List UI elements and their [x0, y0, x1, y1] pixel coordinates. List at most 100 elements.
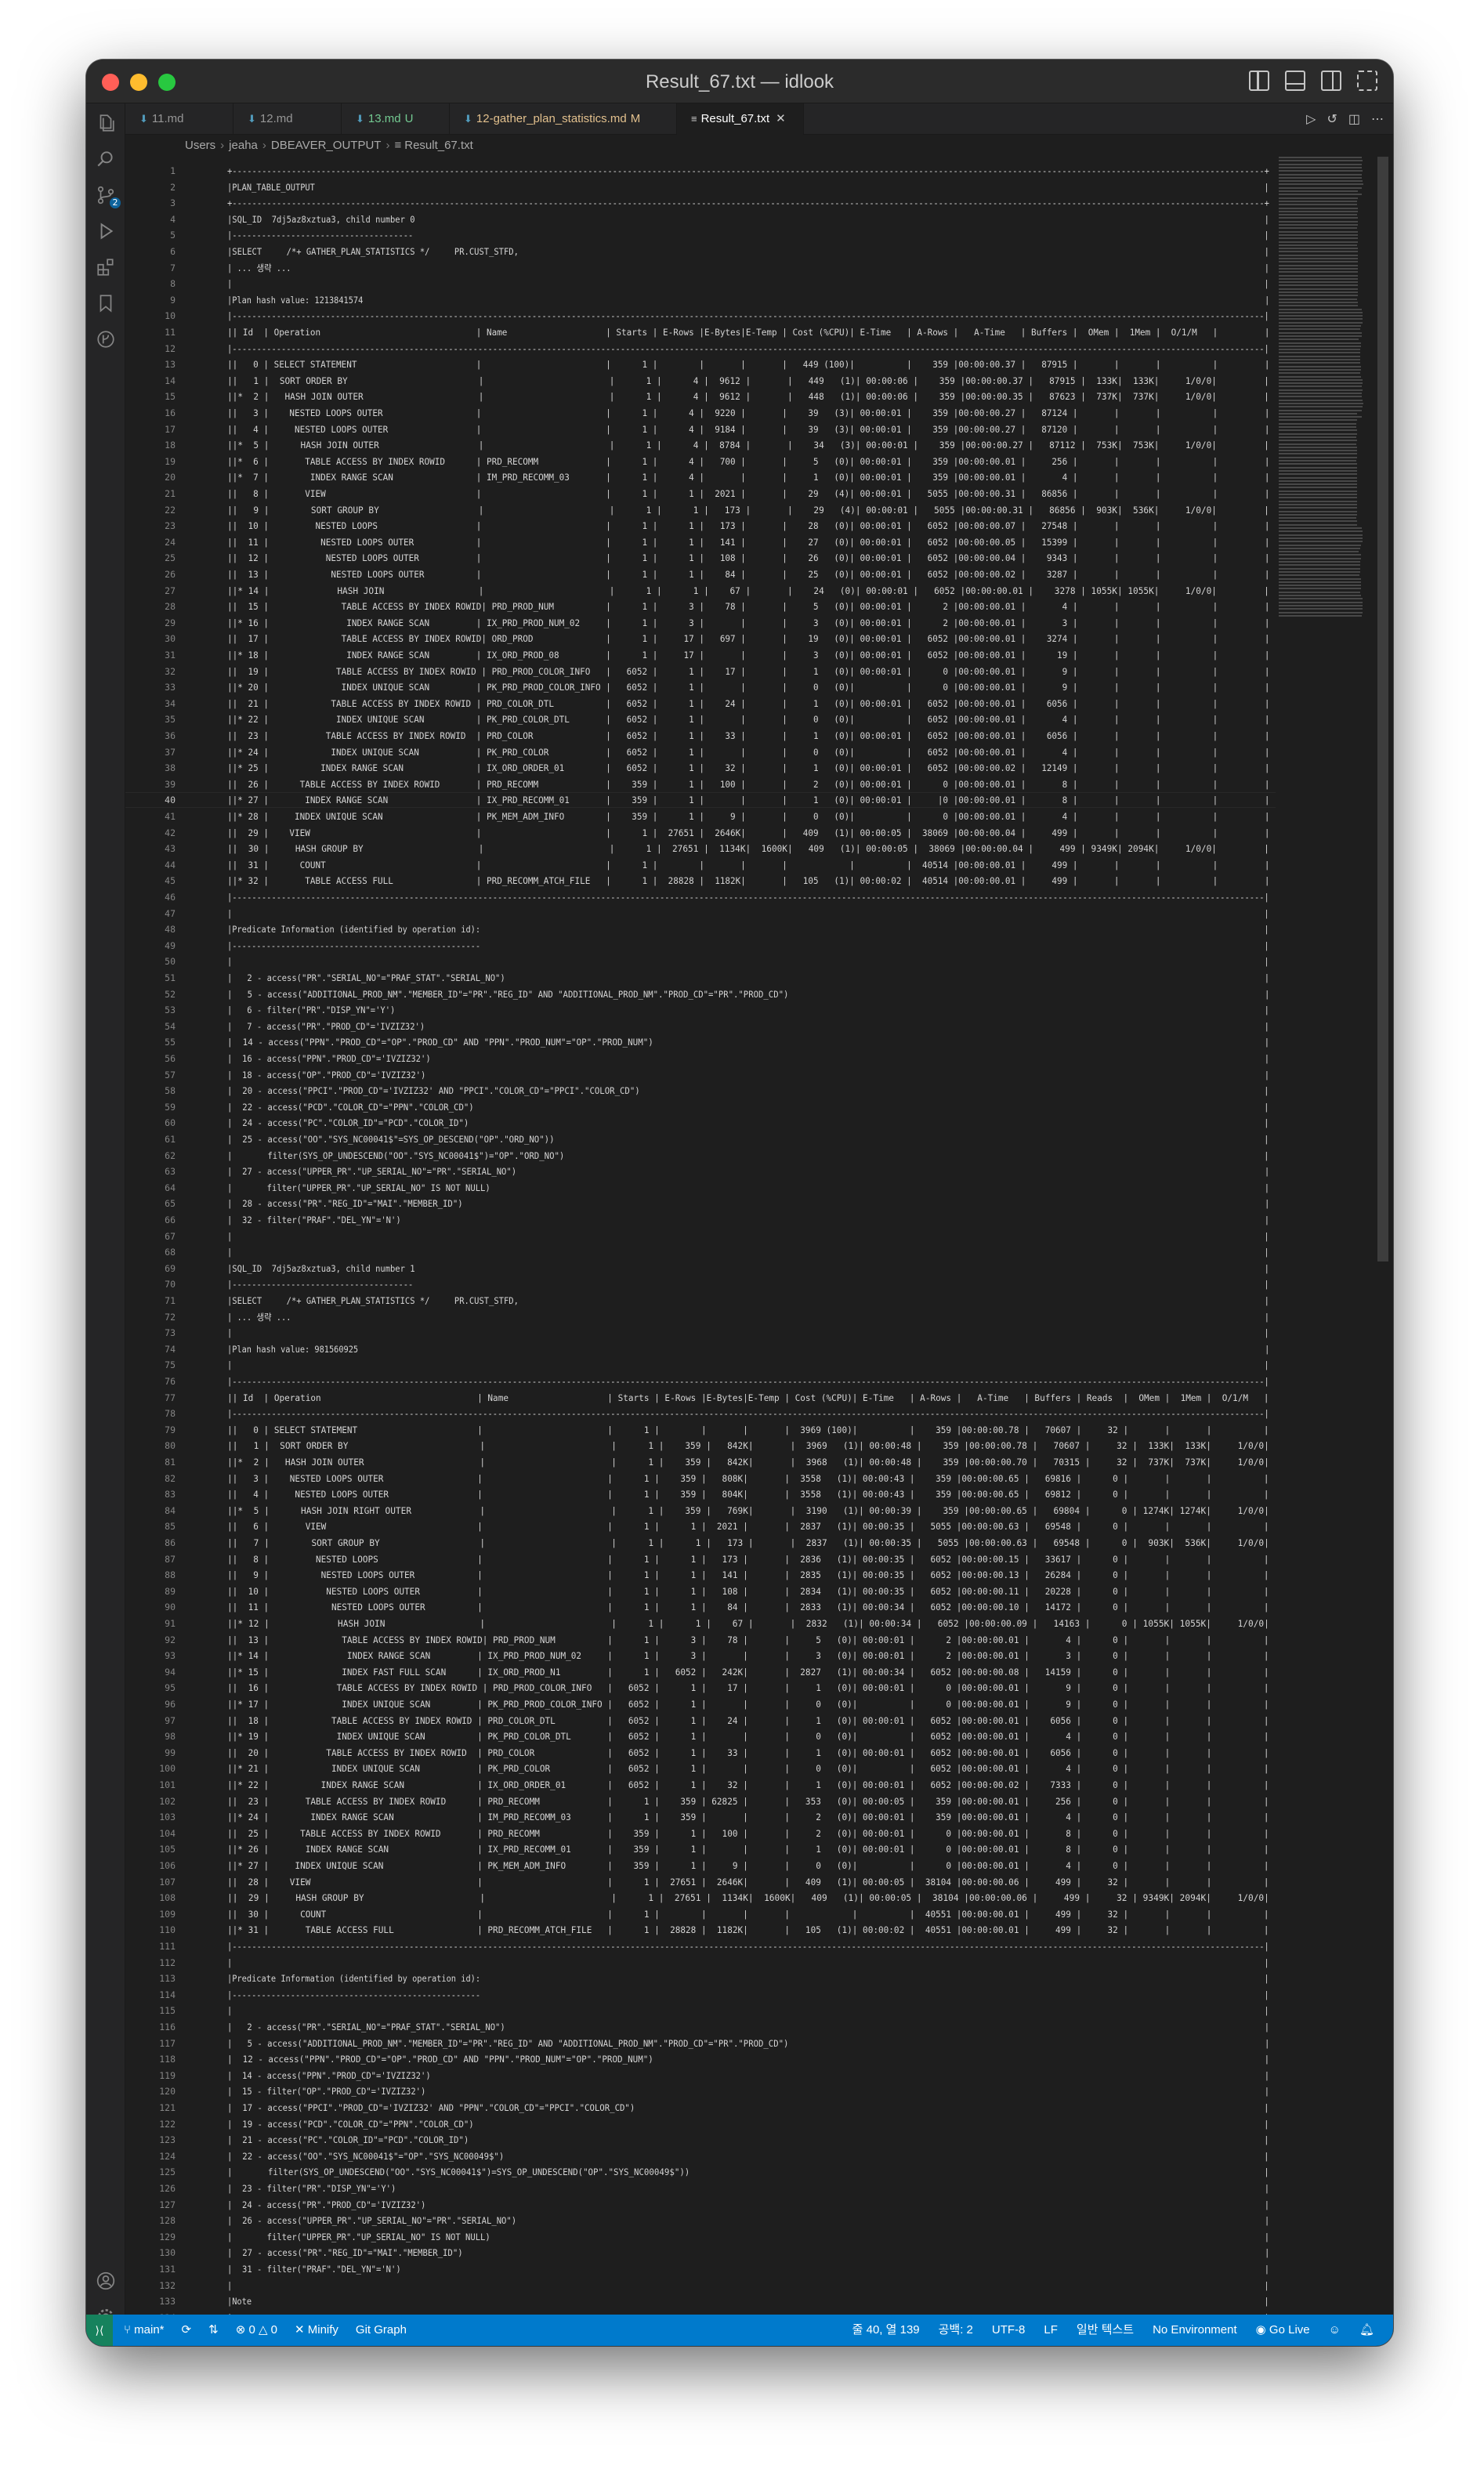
line-number: 4 [170, 213, 176, 225]
code-line: | | [227, 907, 1269, 919]
code-line: || 20 | TABLE ACCESS BY INDEX ROWID | PR… [227, 1746, 1269, 1758]
language-mode[interactable]: 일반 텍스트 [1077, 2315, 1134, 2346]
run-debug-icon[interactable] [96, 221, 116, 241]
line-number: 21 [165, 488, 176, 499]
tab-12-md[interactable]: ⬇ 12.md [233, 103, 342, 135]
line-number: 103 [159, 1812, 176, 1823]
tab-13-md[interactable]: ⬇ 13.md U [342, 103, 450, 135]
code-line: || 9 | NESTED LOOPS OUTER | | 1 | 1 | 14… [227, 1569, 1269, 1581]
account-icon[interactable] [96, 2271, 116, 2291]
customize-layout-icon[interactable] [1357, 71, 1377, 91]
minimap-line [1279, 352, 1360, 354]
explorer-icon[interactable] [96, 113, 116, 133]
minimap-line [1279, 301, 1358, 303]
code-line: || 11 | NESTED LOOPS OUTER | | 1 | 1 | 1… [227, 536, 1270, 548]
minimap-line [1279, 446, 1357, 448]
tab-gather-plan-statistics-md[interactable]: ⬇ 12-gather_plan_statistics.md M [450, 103, 677, 135]
line-number: 31 [165, 650, 176, 661]
line-number: 40 [165, 795, 176, 806]
search-icon[interactable] [96, 149, 116, 169]
source-control-icon[interactable]: 2 [96, 185, 121, 208]
bookmark-icon[interactable] [96, 293, 116, 313]
editor-content[interactable]: +---------------------------------------… [227, 157, 1269, 2315]
line-number: 114 [159, 1989, 176, 2000]
sync-icon[interactable]: ⟳ [182, 2315, 192, 2346]
git-graph-button[interactable]: Git Graph [356, 2315, 407, 2346]
minimap-line [1279, 331, 1362, 334]
eol-status[interactable]: LF [1044, 2315, 1058, 2346]
vertical-scrollbar[interactable] [1377, 157, 1388, 1261]
code-line: | filter("UPPER_PR"."UP_SERIAL_NO" IS NO… [227, 1182, 1270, 1193]
git-sync-icon[interactable]: ⇅ [208, 2315, 219, 2346]
problems-status[interactable]: ⊗ 0 △ 0 [236, 2315, 277, 2346]
environment-status[interactable]: No Environment [1153, 2315, 1237, 2346]
tab-result-67-txt[interactable]: ≡ Result_67.txt ✕ [677, 103, 804, 135]
branch-status[interactable]: ⑂ main* [124, 2315, 165, 2346]
breadcrumb-item[interactable]: DBEAVER_OUTPUT [271, 139, 382, 152]
line-number: 77 [165, 1392, 176, 1403]
go-live-button[interactable]: ◉ Go Live [1256, 2315, 1310, 2346]
code-line: || 1 | SORT ORDER BY | | 1 | 4 | 9612 | … [227, 375, 1269, 386]
code-line: || 4 | NESTED LOOPS OUTER | | 1 | 4 | 91… [227, 423, 1270, 435]
code-line: || 10 | NESTED LOOPS OUTER | | 1 | 1 | 1… [227, 1585, 1269, 1597]
feedback-icon[interactable]: ☺ [1329, 2315, 1341, 2346]
line-number: 24 [165, 536, 176, 548]
code-line: ||* 2 | HASH JOIN OUTER | | 1 | 4 | 9612… [227, 391, 1269, 403]
extensions-icon[interactable] [96, 257, 116, 277]
toggle-sidebar-icon[interactable] [1249, 71, 1269, 91]
toggle-panel-icon[interactable] [1285, 71, 1305, 91]
minimap-line [1279, 359, 1360, 360]
code-line: | 2 - access("PR"."SERIAL_NO"="PRAF_STAT… [227, 972, 1270, 983]
line-number: 1 [170, 165, 176, 176]
code-line: ||* 17 | INDEX UNIQUE SCAN | PK_PRD_PROD… [227, 1699, 1269, 1710]
breadcrumb-item[interactable]: jeaha [229, 139, 258, 152]
code-line: ||* 14 | HASH JOIN | | 1 | 1 | 67 | | 24… [227, 585, 1269, 596]
line-number: 128 [159, 2215, 176, 2227]
breadcrumb-item[interactable]: Users [185, 139, 215, 152]
line-number: 121 [159, 2102, 176, 2113]
tab-11-md[interactable]: ⬇ 11.md [125, 103, 233, 135]
minimap-line [1279, 355, 1360, 357]
minimap-line [1279, 497, 1357, 499]
encoding-status[interactable]: UTF-8 [992, 2315, 1026, 2346]
notifications-icon[interactable]: 🔔︎ [1359, 2315, 1374, 2346]
indentation-status[interactable]: 공백: 2 [939, 2315, 973, 2346]
line-number: 130 [159, 2247, 176, 2259]
code-line: ||* 21 | INDEX UNIQUE SCAN | PK_PRD_COLO… [227, 1763, 1269, 1775]
run-icon[interactable]: ▷ [1306, 111, 1316, 127]
cursor-position[interactable]: 줄 40, 열 139 [852, 2315, 920, 2346]
code-line: ||* 27 | INDEX UNIQUE SCAN | PK_MEM_ADM_… [227, 1860, 1269, 1871]
line-number: 68 [165, 1247, 176, 1258]
minify-button[interactable]: ✕ Minify [295, 2315, 338, 2346]
breadcrumb-item[interactable]: Result_67.txt [404, 139, 473, 152]
line-number: 112 [159, 1956, 176, 1968]
remote-indicator-icon[interactable]: ⟩⟨ [86, 2315, 113, 2346]
minimap-line [1279, 412, 1357, 414]
code-line: || 8 | NESTED LOOPS | | 1 | 1 | 173 | | … [227, 1553, 1269, 1565]
code-line: | 5 - access("ADDITIONAL_PROD_NM"."MEMBE… [227, 2037, 1270, 2049]
code-line: ||* 19 | INDEX UNIQUE SCAN | PK_PRD_COLO… [227, 1731, 1269, 1743]
code-line: || 7 | SORT GROUP BY | | 1 | 1 | 173 | |… [227, 1537, 1269, 1548]
more-actions-icon[interactable]: ⋯ [1371, 111, 1384, 127]
minimap-line [1279, 483, 1357, 486]
code-line: |------------------------------------- | [227, 1279, 1269, 1290]
code-line: || 29 | VIEW | | 1 | 27651 | 2646K| | 40… [227, 827, 1270, 838]
line-number: 94 [165, 1666, 176, 1678]
close-tab-icon[interactable]: ✕ [776, 112, 786, 125]
line-number: 25 [165, 552, 176, 564]
minimap[interactable] [1276, 157, 1370, 627]
timeline-icon[interactable]: ↺ [1327, 111, 1337, 127]
minimap-line [1279, 547, 1360, 549]
code-line: || Id | Operation | Name | Starts | E-Ro… [227, 1392, 1269, 1403]
minimap-line [1279, 601, 1363, 603]
minimap-line [1279, 173, 1362, 176]
text-editor[interactable]: 1 2 3 4 5 6 7 8 9 10 11 12 13 14 15 16 17 18 19 20 21 22 23 24 2… [125, 157, 1276, 2315]
code-line: || 30 | HASH GROUP BY | | 1 | 27651 | 11… [227, 843, 1269, 855]
minimap-line [1279, 389, 1363, 391]
line-number: 83 [165, 1489, 176, 1500]
toggle-secondary-sidebar-icon[interactable] [1321, 71, 1341, 91]
minimap-line [1279, 541, 1363, 543]
git-graph-icon[interactable] [96, 329, 116, 349]
line-number: 86 [165, 1537, 176, 1548]
split-editor-icon[interactable]: ◫ [1348, 111, 1360, 127]
